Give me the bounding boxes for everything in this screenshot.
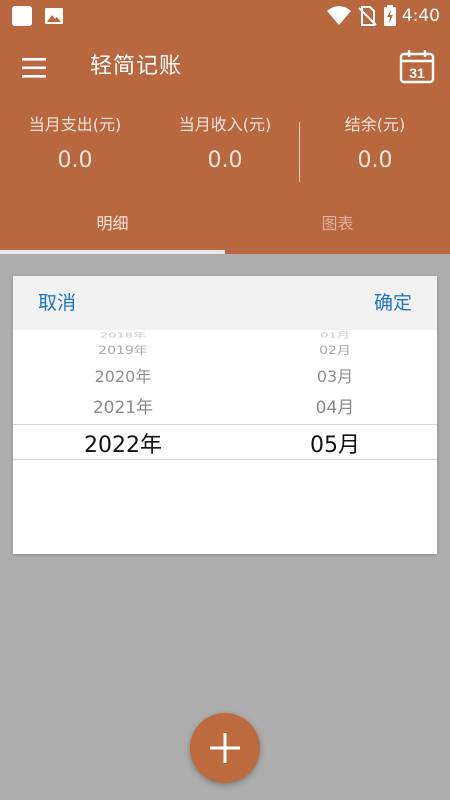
calendar-icon[interactable]: 31 (398, 48, 436, 86)
calendar-day: 31 (409, 65, 425, 81)
image-icon (43, 5, 65, 27)
no-sim-icon (356, 5, 378, 27)
expense-label: 当月支出(元) (28, 115, 122, 134)
month-summary: 当月支出(元) 0.0 当月收入(元) 0.0 结余(元) 0.0 (0, 110, 450, 190)
selection-line-bottom (13, 459, 437, 460)
battery-charging-icon (382, 5, 398, 27)
date-picker-dialog: 取消 确定 2018年 2019年 2020年 2021年 2022年 01月 … (13, 276, 437, 554)
app-screen: 4:40 轻简记账 31 当月支出(元) 0.0 当月收入(元) 0.0 结余(… (0, 0, 450, 800)
month-option[interactable]: 03月 (233, 366, 437, 388)
expense-value: 0.0 (57, 148, 93, 173)
month-option[interactable]: 02月 (233, 344, 437, 358)
confirm-button[interactable]: 确定 (374, 288, 412, 318)
income-value: 0.0 (207, 148, 243, 173)
month-wheel[interactable]: 01月 02月 03月 04月 05月 (233, 330, 437, 554)
tab-bar: 明细 图表 (0, 200, 450, 254)
toolbar: 轻简记账 31 (0, 40, 450, 96)
add-record-button[interactable] (190, 713, 260, 783)
app-title: 轻简记账 (90, 54, 183, 79)
year-option[interactable]: 2020年 (13, 366, 233, 388)
month-option[interactable]: 04月 (233, 397, 437, 419)
expense-summary: 当月支出(元) 0.0 (0, 110, 150, 177)
header: 4:40 轻简记账 31 当月支出(元) 0.0 当月收入(元) 0.0 结余(… (0, 0, 450, 254)
tab-details[interactable]: 明细 (0, 200, 225, 250)
dialog-action-bar: 取消 确定 (13, 276, 437, 330)
plus-icon (210, 733, 240, 763)
status-time: 4:40 (401, 6, 440, 26)
tab-charts[interactable]: 图表 (225, 200, 450, 250)
balance-summary: 结余(元) 0.0 (300, 110, 450, 177)
year-option[interactable]: 2021年 (13, 397, 233, 419)
app-square-icon (11, 5, 33, 27)
balance-label: 结余(元) (344, 115, 406, 134)
balance-value: 0.0 (357, 148, 393, 173)
tab-indicator (0, 250, 225, 254)
month-option[interactable]: 01月 (233, 332, 437, 341)
year-wheel[interactable]: 2018年 2019年 2020年 2021年 2022年 (13, 330, 233, 554)
cancel-button[interactable]: 取消 (38, 288, 76, 318)
year-option[interactable]: 2019年 (13, 344, 233, 358)
status-bar: 4:40 (0, 0, 450, 32)
income-label: 当月收入(元) (178, 115, 272, 134)
menu-icon[interactable] (16, 50, 52, 86)
selection-line-top (13, 424, 437, 425)
year-option[interactable]: 2018年 (13, 332, 233, 341)
income-summary: 当月收入(元) 0.0 (150, 110, 300, 177)
wifi-icon (326, 5, 352, 27)
